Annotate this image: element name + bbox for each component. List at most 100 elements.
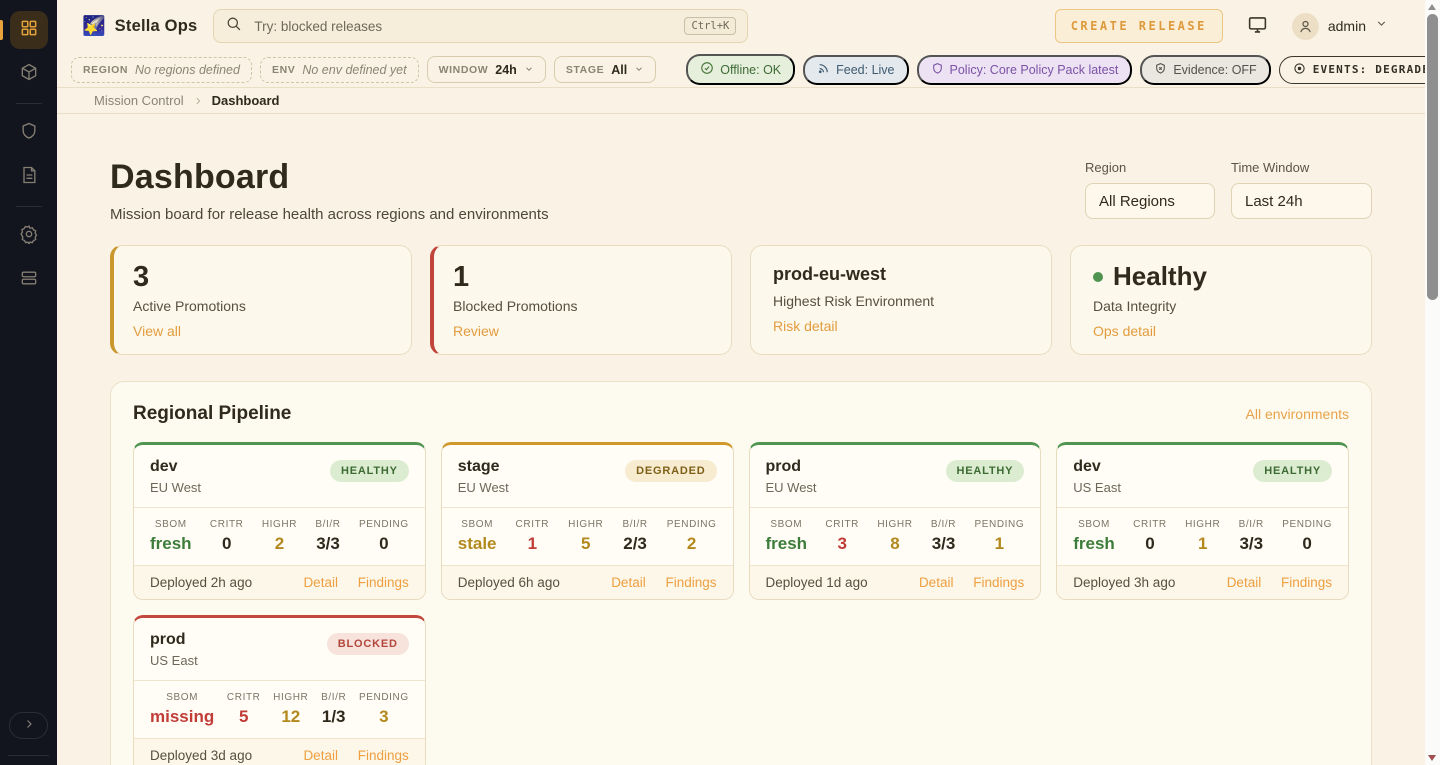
sidebar-divider <box>16 103 42 104</box>
document-icon <box>19 165 39 190</box>
evidence-status-pill[interactable]: Evidence: OFF <box>1140 55 1270 85</box>
stat-label: CRITR <box>227 692 261 703</box>
deployed-timestamp: Deployed 6h ago <box>458 575 560 590</box>
env-region: EU West <box>150 480 201 495</box>
stat-value-sbom: fresh <box>1073 534 1115 553</box>
region-filter-select[interactable]: All Regions <box>1085 183 1215 219</box>
detail-link[interactable]: Detail <box>1227 575 1262 590</box>
sidebar-item-releases[interactable] <box>10 55 48 93</box>
stat-label: HIGHR <box>568 519 603 530</box>
main-content: Dashboard Mission board for release heal… <box>57 158 1425 765</box>
env-name: stage <box>458 458 509 476</box>
create-release-button[interactable]: CREATE RELEASE <box>1055 9 1223 43</box>
blocked-promotions-value: 1 <box>453 262 709 292</box>
stat-label: SBOM <box>150 519 192 530</box>
breadcrumb-parent-link[interactable]: Mission Control <box>94 93 184 108</box>
sidebar-item-settings[interactable] <box>10 217 48 255</box>
sidebar-item-security[interactable] <box>10 114 48 152</box>
status-badge: HEALTHY <box>946 460 1025 482</box>
stat-value-bir: 2/3 <box>623 534 647 553</box>
stat-label: HIGHR <box>273 692 308 703</box>
offline-status-pill[interactable]: Offline: OK <box>686 54 795 85</box>
stat-label: HIGHR <box>877 519 912 530</box>
sidebar <box>0 0 57 765</box>
findings-link[interactable]: Findings <box>358 575 409 590</box>
risk-detail-link[interactable]: Risk detail <box>773 318 838 334</box>
status-badge: BLOCKED <box>327 633 409 655</box>
stat-value-sbom: stale <box>458 534 497 553</box>
global-search[interactable]: Ctrl+K <box>213 9 748 43</box>
search-input[interactable] <box>252 18 674 35</box>
monitor-icon <box>1247 14 1268 38</box>
env-name: prod <box>766 458 817 476</box>
highest-risk-card: prod-eu-west Highest Risk Environment Ri… <box>750 245 1052 355</box>
highest-risk-label: Highest Risk Environment <box>773 293 1029 309</box>
region-filter-value: All Regions <box>1099 193 1175 210</box>
detail-link[interactable]: Detail <box>611 575 646 590</box>
findings-link[interactable]: Findings <box>358 748 409 763</box>
view-all-link[interactable]: View all <box>133 323 181 339</box>
env-name: prod <box>150 631 198 649</box>
vertical-scrollbar[interactable] <box>1425 0 1440 765</box>
stat-value-sbom: fresh <box>150 534 192 553</box>
events-status-pill[interactable]: EVENTS: DEGRADED <box>1279 56 1440 84</box>
sidebar-item-dashboard[interactable] <box>10 11 48 49</box>
sidebar-item-infrastructure[interactable] <box>10 261 48 299</box>
window-context-pill[interactable]: WINDOW 24h <box>427 56 546 83</box>
env-pill-label: ENV <box>272 64 295 76</box>
rss-icon <box>817 62 830 78</box>
stage-context-pill[interactable]: STAGE All <box>554 56 656 83</box>
sidebar-expand-button[interactable] <box>9 712 48 739</box>
display-mode-button[interactable] <box>1247 14 1268 38</box>
search-icon <box>225 15 242 37</box>
deployed-timestamp: Deployed 3d ago <box>150 748 252 763</box>
active-indicator-bar <box>0 20 3 40</box>
env-context-pill[interactable]: ENV No env defined yet <box>260 57 419 83</box>
stat-label: PENDING <box>359 692 409 703</box>
stat-value-bir: 3/3 <box>1239 534 1263 553</box>
context-bar: REGION No regions defined ENV No env def… <box>57 52 1425 88</box>
env-pill-value: No env defined yet <box>302 63 406 77</box>
review-link[interactable]: Review <box>453 323 499 339</box>
scroll-up-arrow[interactable] <box>1428 4 1436 10</box>
region-context-pill[interactable]: REGION No regions defined <box>71 57 252 83</box>
stat-label: PENDING <box>974 519 1024 530</box>
feed-status-pill[interactable]: Feed: Live <box>803 55 908 85</box>
stat-value-sbom: missing <box>150 707 214 726</box>
pipeline-grid: dev EU West HEALTHY SBOMfresh CRITR0 HIG… <box>133 442 1349 765</box>
findings-link[interactable]: Findings <box>1281 575 1332 590</box>
time-window-filter-select[interactable]: Last 24h <box>1231 183 1372 219</box>
detail-link[interactable]: Detail <box>303 748 338 763</box>
blocked-promotions-card: 1 Blocked Promotions Review <box>430 245 732 355</box>
chevron-right-icon <box>193 96 203 106</box>
sidebar-item-documents[interactable] <box>10 158 48 196</box>
policy-status-pill[interactable]: Policy: Core Policy Pack latest <box>917 55 1133 85</box>
top-bar: 🌠 Stella Ops Ctrl+K CREATE RELEASE admin <box>57 0 1425 52</box>
window-pill-value: 24h <box>495 63 517 77</box>
chevron-down-icon <box>524 62 534 77</box>
stat-value-highr: 8 <box>890 534 899 553</box>
scrollbar-thumb[interactable] <box>1427 14 1438 300</box>
detail-link[interactable]: Detail <box>919 575 954 590</box>
env-region: EU West <box>458 480 509 495</box>
status-badge: HEALTHY <box>330 460 409 482</box>
stat-label: PENDING <box>359 519 409 530</box>
findings-link[interactable]: Findings <box>973 575 1024 590</box>
stat-value-sbom: fresh <box>766 534 808 553</box>
user-menu[interactable]: admin <box>1292 13 1388 40</box>
stat-value-highr: 2 <box>275 534 284 553</box>
ops-detail-link[interactable]: Ops detail <box>1093 323 1156 339</box>
pipeline-card-dev-eu-west: dev EU West HEALTHY SBOMfresh CRITR0 HIG… <box>133 442 426 600</box>
detail-link[interactable]: Detail <box>303 575 338 590</box>
region-pill-value: No regions defined <box>135 63 240 77</box>
status-badge: HEALTHY <box>1253 460 1332 482</box>
region-pill-label: REGION <box>83 64 128 76</box>
stat-label: B/I/R <box>315 519 340 530</box>
findings-link[interactable]: Findings <box>665 575 716 590</box>
events-status-label: EVENTS: DEGRADED <box>1313 63 1438 76</box>
time-window-filter-label: Time Window <box>1231 160 1372 175</box>
scroll-down-arrow[interactable] <box>1428 755 1436 761</box>
pipeline-card-stage-eu-west: stage EU West DEGRADED SBOMstale CRITR1 … <box>441 442 734 600</box>
all-environments-link[interactable]: All environments <box>1246 406 1350 422</box>
evidence-status-label: Evidence: OFF <box>1173 63 1256 77</box>
